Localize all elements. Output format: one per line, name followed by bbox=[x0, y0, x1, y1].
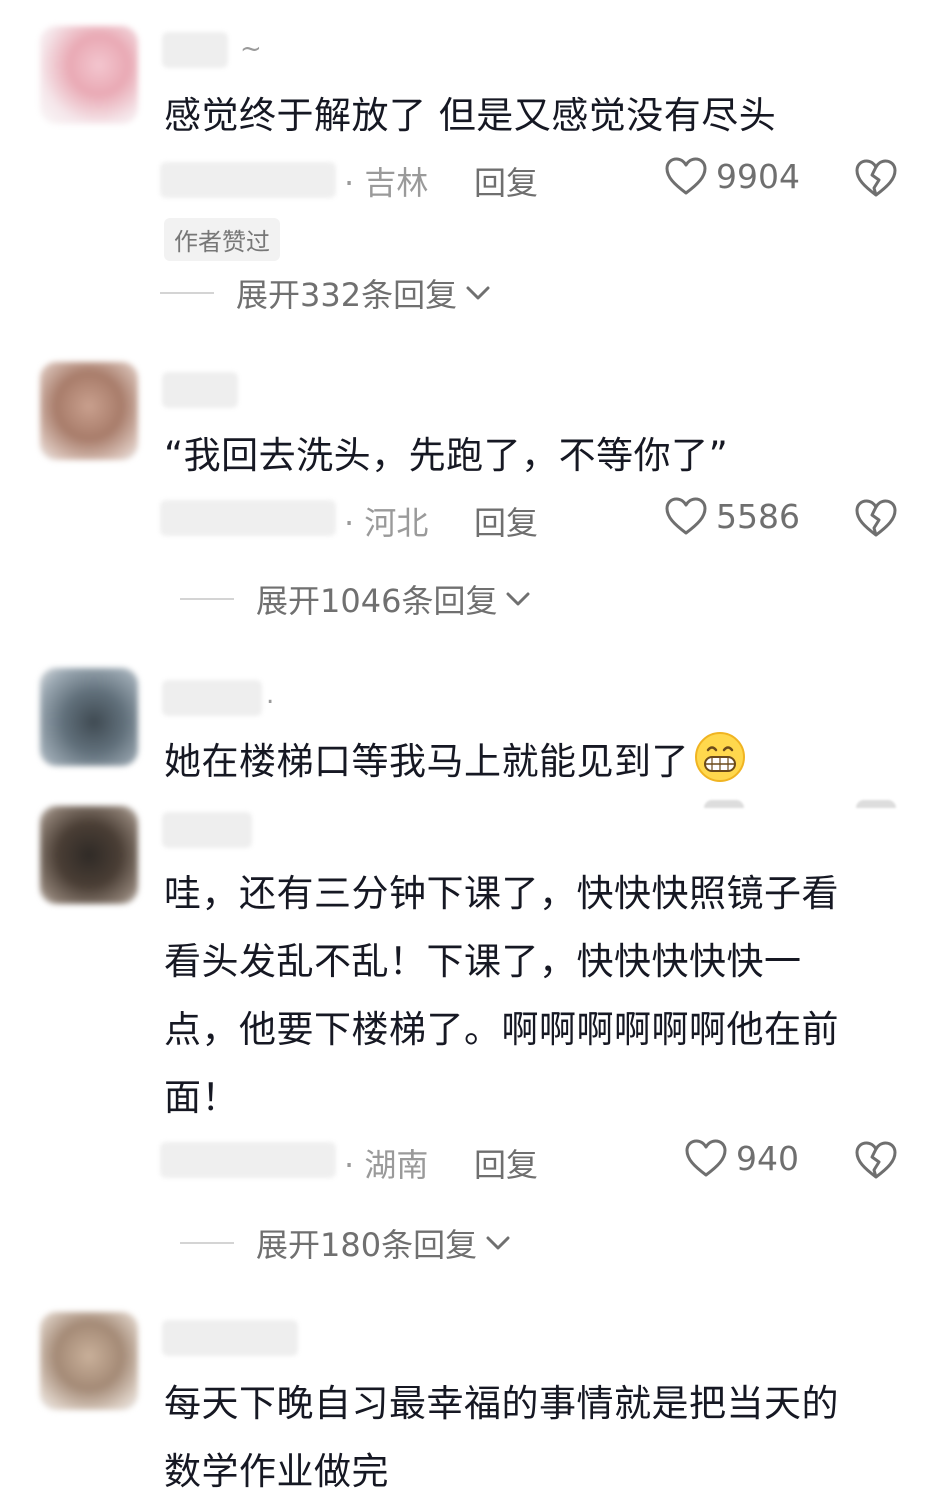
like-count: 940 bbox=[736, 1138, 799, 1178]
expand-replies-button[interactable]: 展开1046条回复 bbox=[180, 576, 533, 622]
divider-line bbox=[180, 1242, 234, 1244]
comment-text-line: 面！ bbox=[164, 1076, 239, 1119]
broken-heart-icon[interactable] bbox=[854, 1140, 898, 1180]
broken-heart-icon[interactable] bbox=[854, 498, 898, 538]
comment-text: 每天下晚自习最幸福的事情就是把当天的 数学作业做完 bbox=[164, 1370, 894, 1506]
location-label: · 河北 bbox=[344, 504, 429, 542]
username-suffix: ~ bbox=[240, 34, 262, 64]
location-label: · 湖南 bbox=[344, 1146, 429, 1184]
comment-text-content: 她在楼梯口等我马上就能见到了 bbox=[164, 740, 689, 783]
username-blurred[interactable] bbox=[162, 372, 238, 408]
expand-replies-label: 展开1046条回复 bbox=[256, 582, 498, 620]
divider-line bbox=[160, 292, 214, 294]
location-label: · 吉林 bbox=[344, 164, 429, 202]
username-blurred[interactable] bbox=[162, 32, 228, 68]
heart-outline-icon bbox=[685, 1139, 727, 1177]
chevron-down-icon bbox=[486, 1236, 510, 1250]
divider-line bbox=[180, 598, 234, 600]
like-count: 5586 bbox=[716, 496, 800, 536]
like-button[interactable]: 940 bbox=[684, 1138, 799, 1178]
comment-text: 哇，还有三分钟下课了，快快快照镜子看 看头发乱不乱！下课了，快快快快快一 点，他… bbox=[164, 860, 894, 1132]
avatar[interactable] bbox=[40, 362, 138, 460]
heart-outline-icon bbox=[665, 157, 707, 195]
heart-outline-icon bbox=[665, 497, 707, 535]
username-blurred[interactable] bbox=[162, 680, 262, 716]
grinning-face-icon bbox=[693, 730, 747, 806]
comment-text-line: 哇，还有三分钟下课了，快快快照镜子看 bbox=[164, 872, 839, 915]
meta-blurred bbox=[160, 1142, 336, 1178]
reply-button[interactable]: 回复 bbox=[474, 158, 538, 204]
avatar[interactable] bbox=[40, 668, 138, 766]
broken-heart-icon[interactable] bbox=[854, 158, 898, 198]
author-liked-badge: 作者赞过 bbox=[164, 218, 280, 261]
username-suffix: . bbox=[266, 680, 275, 710]
like-button[interactable]: 5586 bbox=[664, 496, 800, 536]
avatar[interactable] bbox=[40, 1312, 138, 1410]
comment-text: “我回去洗头，先跑了，不等你了” bbox=[164, 434, 729, 477]
comment-text-line: 看头发乱不乱！下课了，快快快快快一 bbox=[164, 940, 802, 983]
like-count: 9904 bbox=[716, 156, 800, 196]
heart-peek bbox=[704, 800, 744, 808]
avatar[interactable] bbox=[40, 26, 138, 124]
comment-text: 感觉终于解放了 但是又感觉没有尽头 bbox=[164, 94, 777, 137]
avatar[interactable] bbox=[40, 806, 138, 904]
chevron-down-icon bbox=[506, 592, 530, 606]
meta-blurred bbox=[160, 500, 336, 536]
expand-replies-label: 展开180条回复 bbox=[256, 1226, 478, 1264]
comment-text-line: 数学作业做完 bbox=[164, 1450, 389, 1493]
comment-text-line: 点，他要下楼梯了。啊啊啊啊啊啊他在前 bbox=[164, 1008, 839, 1051]
reply-button[interactable]: 回复 bbox=[474, 498, 538, 544]
username-blurred[interactable] bbox=[162, 812, 252, 848]
reply-button[interactable]: 回复 bbox=[474, 1140, 538, 1186]
comment-text: 她在楼梯口等我马上就能见到了 bbox=[164, 728, 894, 806]
username-blurred[interactable] bbox=[162, 1320, 298, 1356]
comment-text-line: 每天下晚自习最幸福的事情就是把当天的 bbox=[164, 1382, 839, 1425]
expand-replies-button[interactable]: 展开332条回复 bbox=[160, 270, 493, 316]
heart-peek bbox=[856, 800, 896, 808]
like-button[interactable]: 9904 bbox=[664, 156, 800, 196]
meta-blurred bbox=[160, 162, 336, 198]
chevron-down-icon bbox=[466, 286, 490, 300]
expand-replies-button[interactable]: 展开180条回复 bbox=[180, 1220, 513, 1266]
expand-replies-label: 展开332条回复 bbox=[236, 276, 458, 314]
